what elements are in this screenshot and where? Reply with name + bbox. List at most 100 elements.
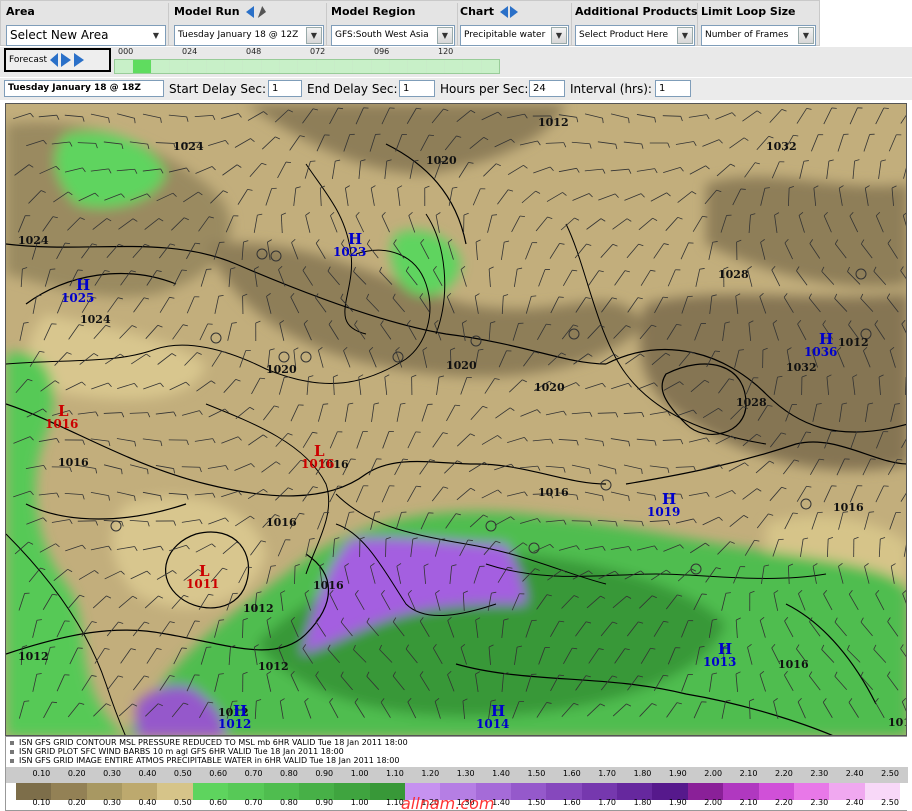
high-pressure-value: 1014: [476, 717, 509, 731]
isobar-label: 1020: [426, 154, 457, 167]
timeline-frame[interactable]: [279, 60, 298, 73]
watermark: allnam.com: [401, 794, 495, 811]
isobar-label: 1012: [538, 116, 569, 129]
timeline-hour-label: 096: [374, 47, 390, 56]
isobar-label: 1012: [838, 336, 869, 349]
high-pressure-value: 1023: [333, 245, 366, 259]
timeline-frame[interactable]: [316, 60, 334, 73]
isobar-label: 1016: [778, 658, 809, 671]
timeline-frame[interactable]: [408, 60, 426, 73]
chart-next-icon[interactable]: [510, 6, 519, 18]
timeline-frame[interactable]: [206, 60, 224, 73]
model-run-next-icon[interactable]: [257, 6, 268, 18]
chevron-down-icon: ▼: [798, 27, 814, 44]
timeline-hour-labels: 000 024 048 072 096 120: [114, 47, 500, 59]
color-scale-tick: 0.40: [138, 769, 157, 778]
additional-products-select[interactable]: Select Product Here ▼: [575, 25, 695, 46]
color-scale-tick: 1.60: [562, 769, 581, 778]
area-select[interactable]: Select New Area ▼: [6, 25, 166, 46]
weather-map[interactable]: 1024 1020 1024 1024 1032 1028 1020 1020 1020 1028…: [5, 103, 907, 736]
isobar-label: 1024: [18, 234, 49, 247]
isobar-label: 1024: [173, 140, 204, 153]
isobar-label: 1012: [258, 660, 289, 673]
color-scale-tick: 0.10: [32, 769, 51, 778]
timeline-frames[interactable]: [114, 59, 500, 74]
model-run-select[interactable]: Tuesday January 18 @ 12Z ▼: [174, 25, 324, 46]
timeline-frame[interactable]: [481, 60, 499, 73]
timeline-frame[interactable]: [463, 60, 481, 73]
color-scale-tick: 1.40: [492, 798, 510, 807]
high-pressure-value: 1012: [218, 717, 251, 731]
timeline-frame[interactable]: [426, 60, 444, 73]
isobar-label: 1032: [766, 140, 797, 153]
color-scale-tick: 1.60: [562, 798, 581, 807]
color-scale-tick: 0.70: [244, 798, 263, 807]
model-run-prev-icon[interactable]: [245, 6, 254, 18]
chevron-down-icon: ▼: [306, 27, 322, 44]
forecast-timeline: 000 024 048 072 096 120: [114, 47, 500, 75]
valid-time-field: Tuesday January 18 @ 18Z: [4, 80, 164, 97]
timeline-frame[interactable]: [298, 60, 316, 73]
timeline-hour-label: 024: [182, 47, 198, 56]
timeline-frame[interactable]: [188, 60, 206, 73]
high-pressure-value: 1025: [61, 291, 94, 305]
timeline-frame[interactable]: [169, 60, 188, 73]
timeline-frame[interactable]: [334, 60, 353, 73]
isobar-label: 1016: [833, 501, 864, 514]
color-scale-tick: 1.70: [598, 798, 617, 807]
legend-descriptions: ISN GFS GRID CONTOUR MSL PRESSURE REDUCE…: [6, 737, 908, 767]
model-run-control: Model Run Tuesday January 18 @ 12Z ▼: [171, 3, 327, 46]
color-scale-tick: 2.10: [739, 769, 758, 778]
isobar-label: 1012: [888, 716, 907, 729]
limit-loop-select[interactable]: Number of Frames ▼: [701, 25, 816, 46]
color-scale-tick: 1.20: [421, 769, 440, 778]
step-back-icon[interactable]: [50, 53, 59, 67]
end-delay-input[interactable]: 1: [399, 80, 435, 97]
timeline-frame[interactable]: [133, 60, 151, 73]
color-scale-tick: 2.00: [704, 769, 723, 778]
color-scale-tick: 0.20: [67, 769, 86, 778]
color-scale-tick: 2.50: [881, 769, 899, 778]
chart-select[interactable]: Precipitable water ▼: [460, 25, 569, 46]
limit-loop-control: Limit Loop Size Number of Frames ▼: [698, 3, 819, 46]
forecast-label: Forecast: [9, 55, 48, 65]
timeline-hour-label: 000: [118, 47, 134, 56]
timeline-hour-label: 120: [438, 47, 454, 56]
chart-prev-icon[interactable]: [500, 6, 509, 18]
timeline-frame[interactable]: [444, 60, 463, 73]
interval-input[interactable]: 1: [655, 80, 691, 97]
map-legend: ISN GFS GRID CONTOUR MSL PRESSURE REDUCE…: [5, 736, 908, 811]
color-scale-tick: 0.60: [209, 769, 228, 778]
step-forward-icon[interactable]: [74, 53, 85, 67]
timeline-frame[interactable]: [389, 60, 408, 73]
timeline-frame[interactable]: [115, 60, 133, 73]
hours-per-sec-input[interactable]: 24: [529, 80, 565, 97]
additional-products-select-value: Select Product Here: [579, 30, 669, 40]
color-scale-tick: 2.40: [845, 798, 864, 807]
limit-loop-select-value: Number of Frames: [705, 30, 789, 40]
timeline-frame[interactable]: [224, 60, 243, 73]
color-scale-tick: 0.10: [32, 798, 51, 807]
isobar-label: 1020: [534, 381, 565, 394]
timeline-frame[interactable]: [371, 60, 389, 73]
timeline-frame[interactable]: [261, 60, 279, 73]
timeline-frame[interactable]: [243, 60, 261, 73]
color-scale-tick: 0.50: [173, 769, 192, 778]
play-icon[interactable]: [61, 53, 72, 67]
isobar-label: 1016: [58, 456, 89, 469]
area-label: Area: [6, 5, 35, 18]
model-region-select[interactable]: GFS:South West Asia ▼: [331, 25, 455, 46]
timeline-frame[interactable]: [353, 60, 371, 73]
high-pressure-value: 1036: [804, 345, 837, 359]
control-bar: Area Select New Area ▼ Model Run Tuesday…: [0, 0, 820, 46]
isobar-label: 1020: [446, 359, 477, 372]
color-scale-tick: 1.40: [492, 769, 510, 778]
start-delay-input[interactable]: 1: [268, 80, 302, 97]
model-run-select-value: Tuesday January 18 @ 12Z: [178, 30, 299, 40]
hours-per-sec-label: Hours per Sec:: [440, 82, 529, 96]
timeline-frame[interactable]: [151, 60, 169, 73]
color-scale-tick: 1.80: [633, 798, 652, 807]
color-scale-tick: 0.80: [279, 769, 298, 778]
color-scale-tick: 0.80: [279, 798, 298, 807]
legend-line-pressure: ISN GFS GRID CONTOUR MSL PRESSURE REDUCE…: [10, 738, 908, 747]
